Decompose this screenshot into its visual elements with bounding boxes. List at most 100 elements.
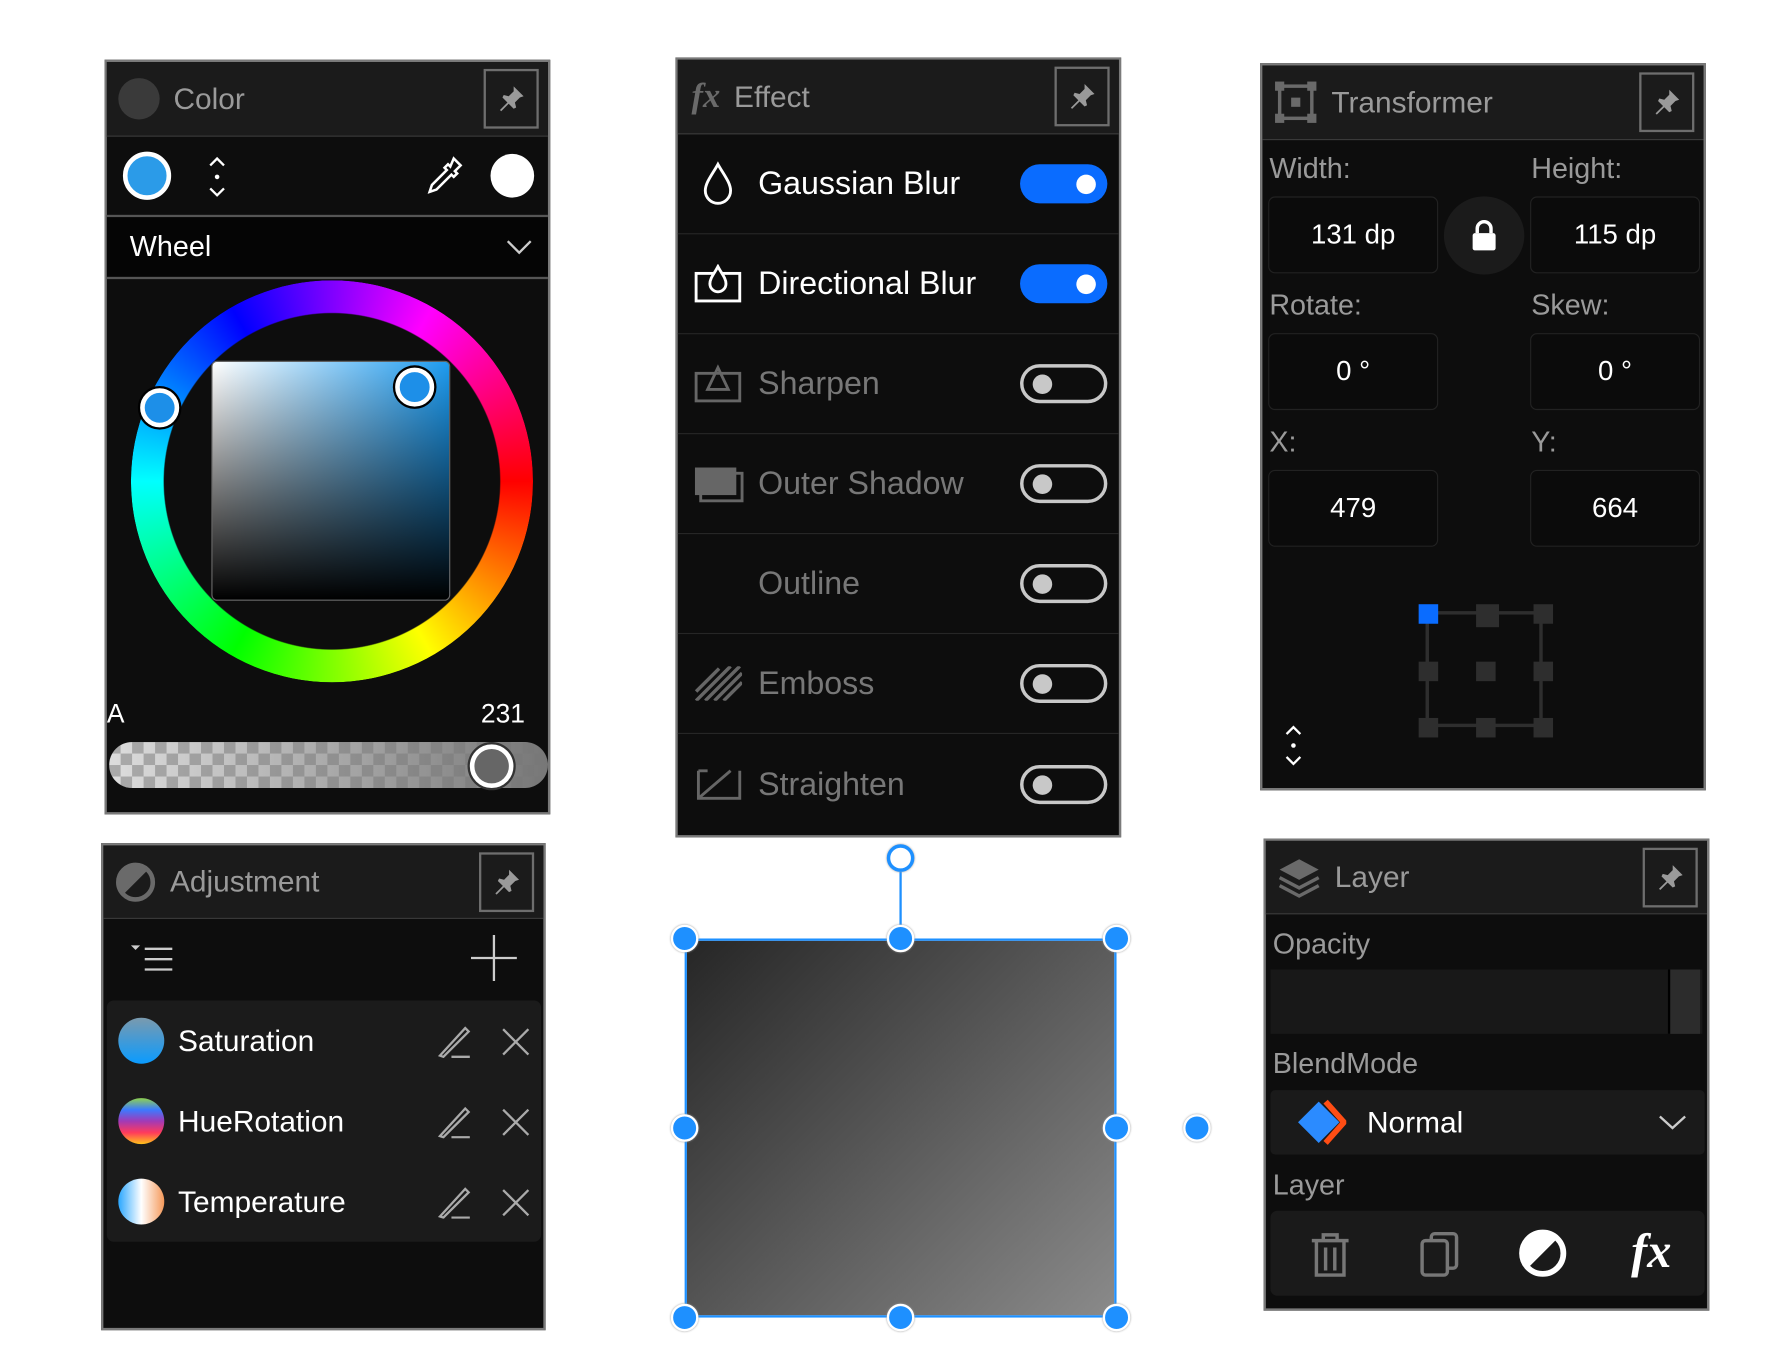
resize-handle-top-left[interactable] <box>670 924 699 953</box>
mode-dropdown[interactable]: Wheel <box>106 214 548 280</box>
adjustment-label: Saturation <box>178 1022 315 1058</box>
add-icon[interactable] <box>470 935 517 981</box>
skew-handle[interactable] <box>1183 1114 1211 1142</box>
pin-button[interactable] <box>1642 847 1698 907</box>
resize-handle-bottom[interactable] <box>886 1303 915 1332</box>
expand-icon[interactable] <box>1282 723 1305 769</box>
effect-row-outer-shadow[interactable]: Outer Shadow <box>677 434 1119 535</box>
alpha-label: A <box>106 698 125 729</box>
hue-knob[interactable] <box>140 388 180 428</box>
adjustment-item-saturation[interactable]: Saturation <box>107 1001 541 1081</box>
adjustment-item-temperature[interactable]: Temperature <box>107 1161 541 1241</box>
pin-button[interactable] <box>479 851 535 912</box>
pin-button[interactable] <box>1639 72 1695 133</box>
directional-blur-toggle[interactable] <box>1020 264 1108 304</box>
chevron-down-icon <box>506 240 532 255</box>
blendmode-dropdown[interactable]: Normal <box>1270 1090 1705 1155</box>
anchor-bottom-right[interactable] <box>1533 717 1554 738</box>
resize-handle-top-right[interactable] <box>1102 924 1131 953</box>
pin-icon <box>499 86 524 112</box>
resize-handle-bottom-right[interactable] <box>1102 1303 1131 1332</box>
layer-actions: fx <box>1270 1210 1705 1296</box>
anchor-top-left[interactable] <box>1418 604 1439 624</box>
opacity-slider[interactable] <box>1270 969 1703 1034</box>
effect-row-directional-blur[interactable]: Directional Blur <box>677 234 1119 335</box>
pin-icon <box>495 869 520 895</box>
outline-toggle[interactable] <box>1020 564 1108 604</box>
sharpen-toggle[interactable] <box>1020 364 1108 404</box>
remove-icon[interactable] <box>502 1108 530 1136</box>
blendmode-label: BlendMode <box>1272 1047 1419 1080</box>
effect-label: Sharpen <box>758 365 880 401</box>
adjustment-item-huerotation[interactable]: HueRotation <box>107 1081 541 1161</box>
edit-icon[interactable] <box>437 1023 472 1058</box>
eyedropper-icon[interactable] <box>419 154 465 200</box>
edit-icon[interactable] <box>437 1104 472 1139</box>
rotate-label: Rotate: <box>1269 289 1362 322</box>
remove-icon[interactable] <box>502 1028 530 1056</box>
transform-icon <box>1275 81 1317 123</box>
swap-icon[interactable] <box>206 154 229 200</box>
canvas-layer[interactable] <box>684 938 1117 1318</box>
rotate-handle[interactable] <box>886 844 915 872</box>
adjustment-icon <box>116 862 156 902</box>
remove-icon[interactable] <box>502 1189 530 1217</box>
sort-list-icon[interactable] <box>129 942 175 976</box>
effect-label: Gaussian Blur <box>758 165 961 202</box>
effect-row-sharpen[interactable]: Sharpen <box>677 334 1119 435</box>
gaussian-blur-toggle[interactable] <box>1020 164 1108 204</box>
current-color-swatch[interactable] <box>122 151 172 200</box>
effect-row-emboss[interactable]: Emboss <box>677 634 1119 735</box>
alpha-slider-thumb[interactable] <box>469 744 514 789</box>
straighten-toggle[interactable] <box>1020 764 1108 804</box>
sv-knob[interactable] <box>395 367 435 407</box>
opacity-slider-thumb[interactable] <box>1667 969 1701 1034</box>
aspect-lock-button[interactable] <box>1443 196 1525 275</box>
effect-label: Directional Blur <box>758 265 977 301</box>
y-input[interactable]: 664 <box>1530 469 1701 547</box>
resize-handle-bottom-left[interactable] <box>670 1303 699 1332</box>
panel-title: Layer <box>1334 859 1410 894</box>
resize-handle-left[interactable] <box>670 1114 699 1142</box>
width-input[interactable]: 131 dp <box>1268 196 1439 274</box>
anchor-middle-right[interactable] <box>1533 661 1554 682</box>
adjustment-icon[interactable] <box>1519 1229 1567 1277</box>
rotate-input[interactable]: 0 ° <box>1268 333 1439 411</box>
anchor-bottom-left[interactable] <box>1418 717 1439 738</box>
emboss-toggle[interactable] <box>1020 663 1108 704</box>
blendmode-value: Normal <box>1366 1104 1464 1139</box>
anchor-center[interactable] <box>1476 661 1496 682</box>
effect-row-straighten[interactable]: Straighten <box>678 734 1119 834</box>
anchor-top-center[interactable] <box>1476 604 1500 628</box>
secondary-color-swatch[interactable] <box>490 153 535 198</box>
edit-icon[interactable] <box>437 1184 472 1219</box>
x-input[interactable]: 479 <box>1268 469 1439 547</box>
drop-icon <box>703 161 733 205</box>
chevron-down-icon <box>1659 1115 1686 1130</box>
resize-handle-right[interactable] <box>1102 1114 1131 1142</box>
height-label: Height: <box>1531 152 1623 185</box>
fx-icon[interactable]: fx <box>1631 1225 1671 1280</box>
lock-icon <box>1472 219 1496 251</box>
effect-panel-header: fx Effect <box>677 59 1119 135</box>
pin-button[interactable] <box>483 68 539 129</box>
pin-button[interactable] <box>1054 66 1110 127</box>
effect-row-gaussian-blur[interactable]: Gaussian Blur <box>677 134 1119 235</box>
resize-handle-top[interactable] <box>886 924 915 953</box>
panel-title: Effect <box>734 78 810 114</box>
duplicate-icon[interactable] <box>1420 1231 1459 1277</box>
anchor-middle-left[interactable] <box>1418 661 1439 682</box>
shadow-icon <box>694 467 744 503</box>
skew-input[interactable]: 0 ° <box>1530 333 1701 411</box>
effect-panel: fx Effect Gaussian Blur Directional Blur… <box>675 57 1122 838</box>
height-input[interactable]: 115 dp <box>1530 196 1701 274</box>
anchor-top-right[interactable] <box>1533 604 1554 624</box>
layers-icon <box>1278 858 1320 898</box>
outer-shadow-toggle[interactable] <box>1020 464 1108 504</box>
trash-icon[interactable] <box>1310 1231 1351 1277</box>
anchor-bottom-center[interactable] <box>1476 717 1496 738</box>
straighten-icon <box>696 768 742 800</box>
color-panel: Color Wheel A 231 <box>104 59 551 815</box>
effect-row-outline[interactable]: Outline <box>677 534 1119 635</box>
pin-icon <box>1655 89 1680 115</box>
